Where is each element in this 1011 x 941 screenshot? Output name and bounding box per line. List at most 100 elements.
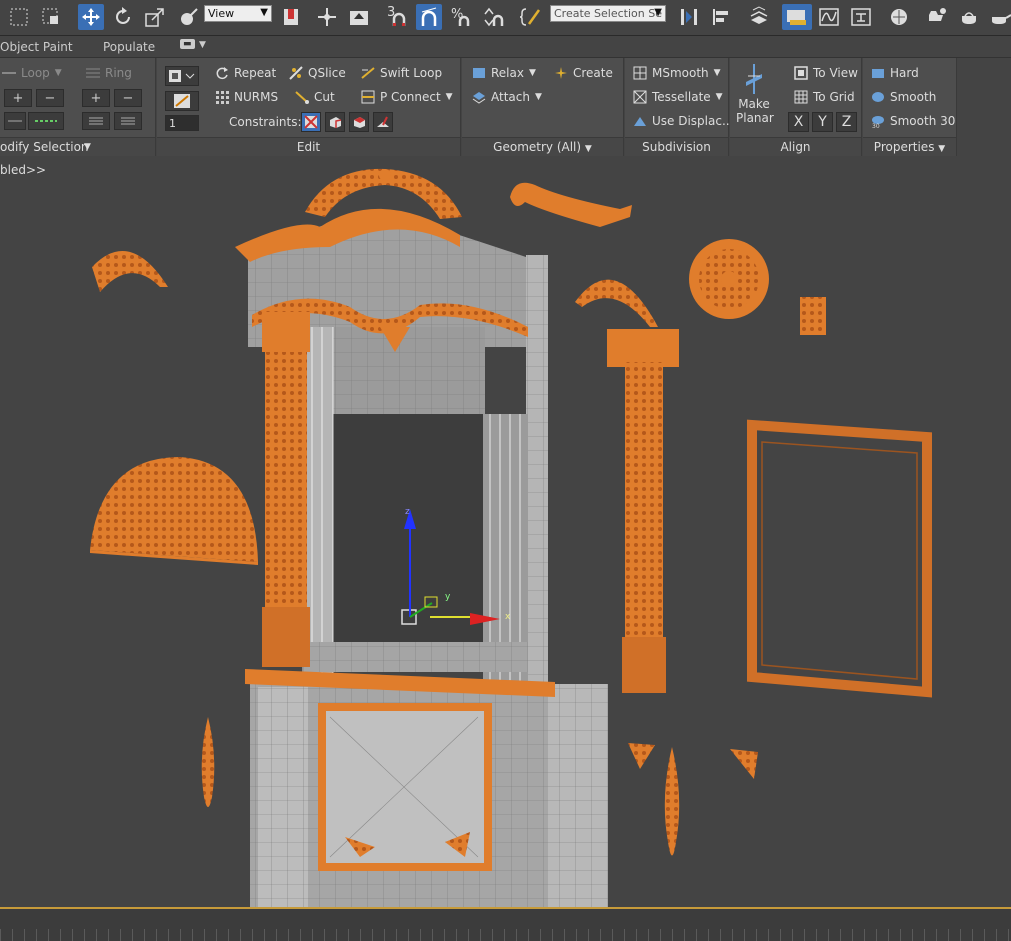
align-y-button[interactable]: Y: [812, 112, 833, 132]
left-column-carving[interactable]: [262, 312, 310, 667]
render-production-icon[interactable]: [988, 4, 1011, 30]
window-crossing-icon[interactable]: [38, 4, 64, 30]
render-frame-icon[interactable]: [956, 4, 982, 30]
attach-icon: [472, 90, 486, 104]
scroll-bracket[interactable]: [510, 182, 632, 227]
shrink-ring-button[interactable]: −: [114, 89, 142, 107]
corner-ornament-right[interactable]: [730, 749, 758, 779]
ring-button[interactable]: Ring: [86, 66, 132, 80]
panel-footer-geometry[interactable]: Geometry (All) ▼: [462, 137, 623, 156]
material-editor-icon[interactable]: [886, 4, 912, 30]
select-manipulate-icon[interactable]: [314, 4, 340, 30]
picture-frame[interactable]: [747, 419, 932, 698]
svg-text:%: %: [451, 7, 463, 22]
keyboard-shortcut-icon[interactable]: [346, 4, 372, 30]
place-icon[interactable]: [176, 4, 202, 30]
to-grid-button[interactable]: To Grid: [794, 90, 855, 104]
rect-select-icon[interactable]: [6, 4, 32, 30]
pivot-center-icon[interactable]: [278, 4, 304, 30]
percent-snap-icon[interactable]: %: [448, 4, 474, 30]
half-round-carving[interactable]: [90, 457, 258, 565]
panel-footer-properties[interactable]: Properties ▼: [863, 137, 956, 156]
hard-button[interactable]: Hard: [871, 66, 919, 80]
corner-fan-right[interactable]: [575, 279, 658, 327]
panel-footer-align[interactable]: Align: [730, 137, 861, 156]
ribbon-tab-row: Object Paint Populate ▬ ▼: [0, 37, 1011, 58]
grow-ring-button[interactable]: +: [82, 89, 110, 107]
dotted-loop-icon[interactable]: [28, 112, 64, 130]
constraint-none-icon[interactable]: [301, 112, 321, 132]
loop-mode-icon[interactable]: [4, 112, 26, 130]
preserve-uvs-button[interactable]: [165, 66, 199, 86]
cut-button[interactable]: Cut: [295, 90, 335, 104]
reference-coordinate-select[interactable]: View ▼: [204, 5, 272, 22]
chevron-down-icon[interactable]: ▼: [199, 40, 206, 50]
select-move-icon[interactable]: [78, 4, 104, 30]
curve-editor-icon[interactable]: [816, 4, 842, 30]
chevron-down-icon: ▼: [534, 92, 542, 102]
rosette-disc[interactable]: [689, 239, 769, 319]
layer-explorer-icon[interactable]: [782, 4, 812, 30]
loop-button[interactable]: Loop ▼: [2, 66, 62, 80]
hard-icon: [871, 66, 885, 80]
to-view-button[interactable]: To View: [794, 66, 858, 80]
msmooth-button[interactable]: MSmooth ▼: [633, 66, 721, 80]
smooth-button[interactable]: Smooth: [871, 90, 936, 104]
render-setup-icon[interactable]: [924, 4, 950, 30]
right-column-carving[interactable]: [607, 329, 679, 693]
qslice-button[interactable]: QSlice: [289, 66, 346, 80]
scale-icon[interactable]: [142, 4, 168, 30]
align-z-button[interactable]: Z: [836, 112, 857, 132]
p-connect-button[interactable]: P Connect ▼: [361, 90, 453, 104]
panel-properties: Hard Smooth 30 Smooth 30 Properties ▼: [863, 58, 957, 156]
use-displace-button[interactable]: Use Displac...: [633, 114, 733, 128]
pendant-right[interactable]: [664, 747, 680, 856]
repeat-button[interactable]: Repeat: [215, 66, 276, 80]
constraint-edge-icon[interactable]: [325, 112, 345, 132]
relax-button[interactable]: Relax ▼: [472, 66, 536, 80]
corner-ornament-left[interactable]: [628, 743, 655, 769]
grow-loop-button[interactable]: +: [4, 89, 32, 107]
pendant-left[interactable]: [201, 717, 215, 807]
snaps-toggle-icon[interactable]: 3: [384, 4, 410, 30]
edit-named-selection-icon[interactable]: [518, 4, 544, 30]
small-tile[interactable]: [800, 297, 826, 335]
chevron-down-icon: ▼: [715, 92, 723, 102]
constraint-normal-icon[interactable]: [373, 112, 393, 132]
dotted-ring-icon[interactable]: [114, 112, 142, 130]
make-planar-button[interactable]: Make Planar: [736, 64, 774, 134]
mirror-icon[interactable]: [676, 4, 702, 30]
constraint-face-icon[interactable]: [349, 112, 369, 132]
ribbon-options-icon[interactable]: ▬: [180, 39, 195, 49]
chevron-down-icon: ▼: [528, 68, 536, 78]
shrink-loop-button[interactable]: −: [36, 89, 64, 107]
timeline-track[interactable]: [0, 907, 1011, 941]
scene-explorer-icon[interactable]: [746, 4, 772, 30]
tessellate-button[interactable]: Tessellate ▼: [633, 90, 723, 104]
displace-icon: [633, 114, 647, 128]
perspective-viewport[interactable]: bled>> z y x: [0, 157, 1011, 907]
angle-snap-icon[interactable]: [416, 4, 442, 30]
corner-fan-left[interactable]: [92, 251, 168, 292]
named-selection-set-input[interactable]: Create Selection Se ▼: [550, 5, 666, 22]
panel-footer-edit[interactable]: Edit: [157, 137, 460, 156]
qslice-icon: [289, 66, 303, 80]
timeline-ticks: [0, 929, 1011, 941]
align-icon[interactable]: [708, 4, 734, 30]
smooth-30-button[interactable]: 30 Smooth 30: [871, 114, 955, 130]
create-button[interactable]: Create: [554, 66, 613, 80]
align-x-button[interactable]: X: [788, 112, 809, 132]
spinner-snap-icon[interactable]: [480, 4, 506, 30]
panel-footer-subdivision[interactable]: Subdivision: [625, 137, 728, 156]
tab-object-paint[interactable]: Object Paint: [0, 40, 73, 54]
rotate-icon[interactable]: [110, 4, 136, 30]
ring-mode-icon[interactable]: [82, 112, 110, 130]
tab-populate[interactable]: Populate: [103, 40, 155, 54]
iterations-spinner[interactable]: 1: [165, 115, 199, 131]
panel-footer-modify-selection[interactable]: odify Selection ▼: [0, 137, 155, 156]
schematic-view-icon[interactable]: [848, 4, 874, 30]
nurms-button[interactable]: NURMS: [215, 90, 278, 104]
tweak-uvs-button[interactable]: [165, 91, 199, 111]
attach-button[interactable]: Attach ▼: [472, 90, 542, 104]
swift-loop-button[interactable]: Swift Loop: [361, 66, 442, 80]
